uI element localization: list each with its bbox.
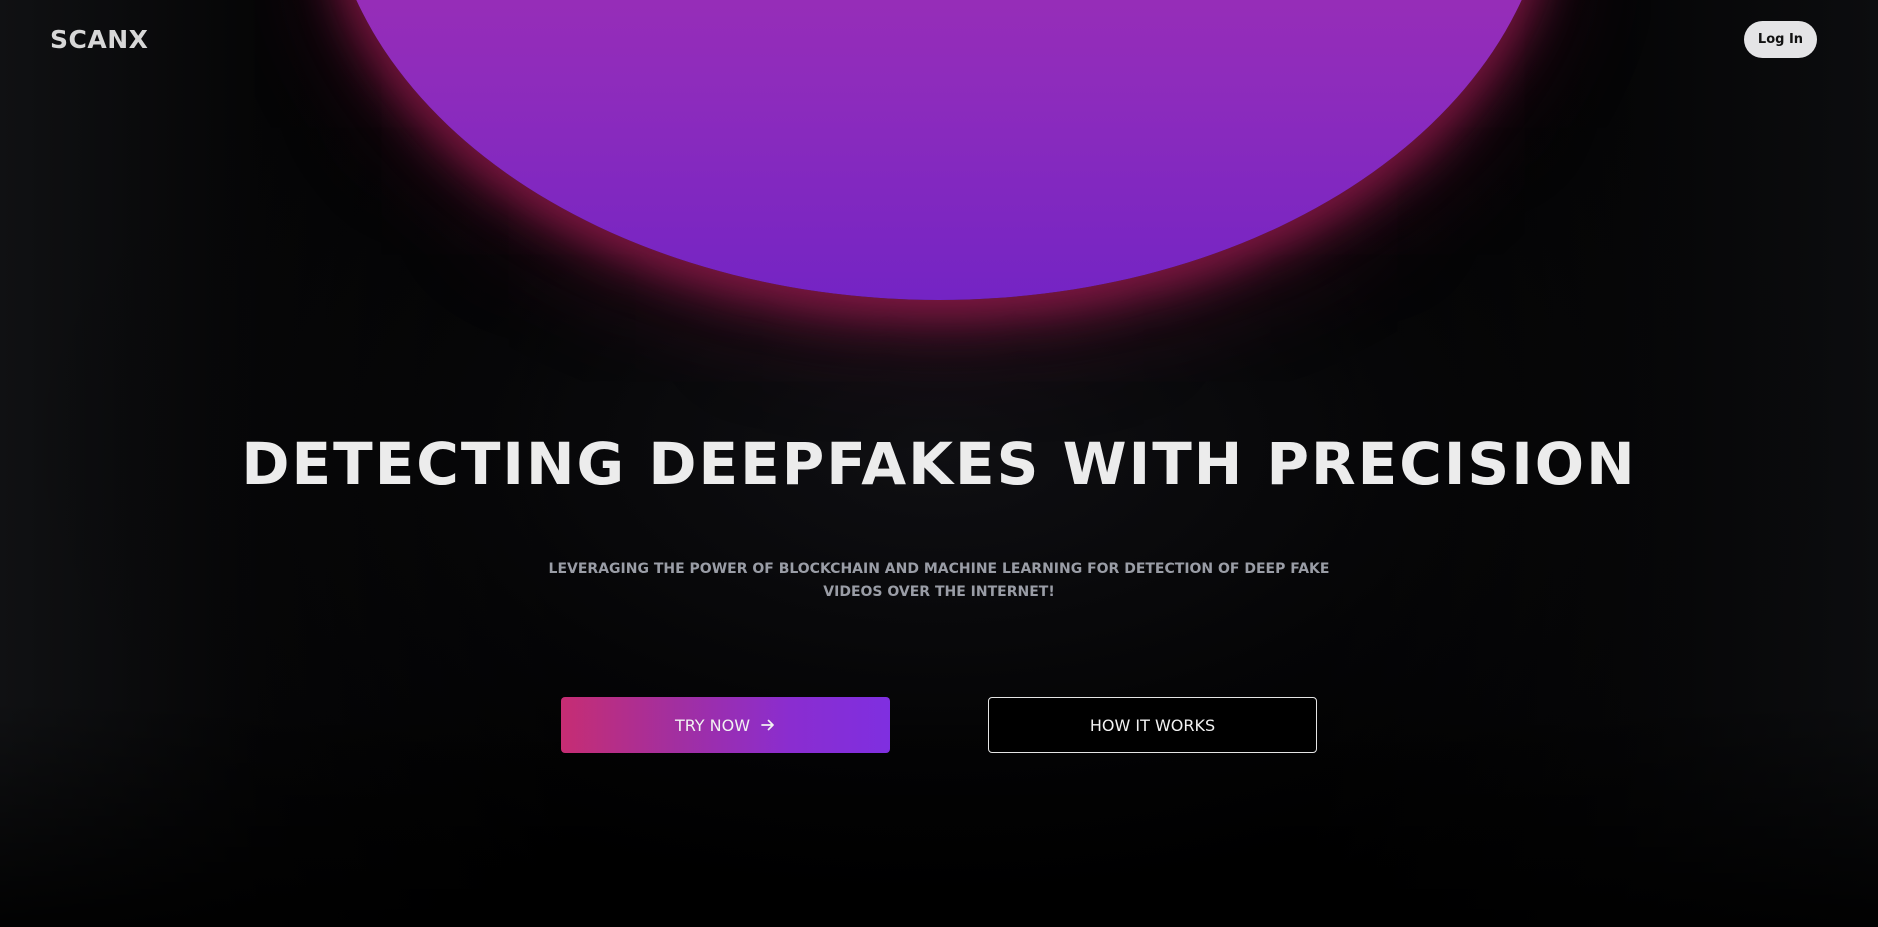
how-it-works-button[interactable]: HOW IT WORKS <box>988 697 1317 753</box>
how-it-works-label: HOW IT WORKS <box>1089 715 1216 735</box>
hero-title: DETECTING DEEPFAKES WITH PRECISION <box>241 430 1637 498</box>
page-background-fade <box>0 700 1878 927</box>
brand-logo[interactable]: SCANX <box>50 25 148 55</box>
hero-subtitle: LEVERAGING THE POWER OF BLOCKCHAIN AND M… <box>548 561 1330 600</box>
try-now-button[interactable]: TRY NOW <box>561 697 890 753</box>
login-button[interactable]: Log In <box>1744 21 1817 58</box>
arrow-right-icon <box>760 717 776 733</box>
try-now-label: TRY NOW <box>674 715 751 735</box>
